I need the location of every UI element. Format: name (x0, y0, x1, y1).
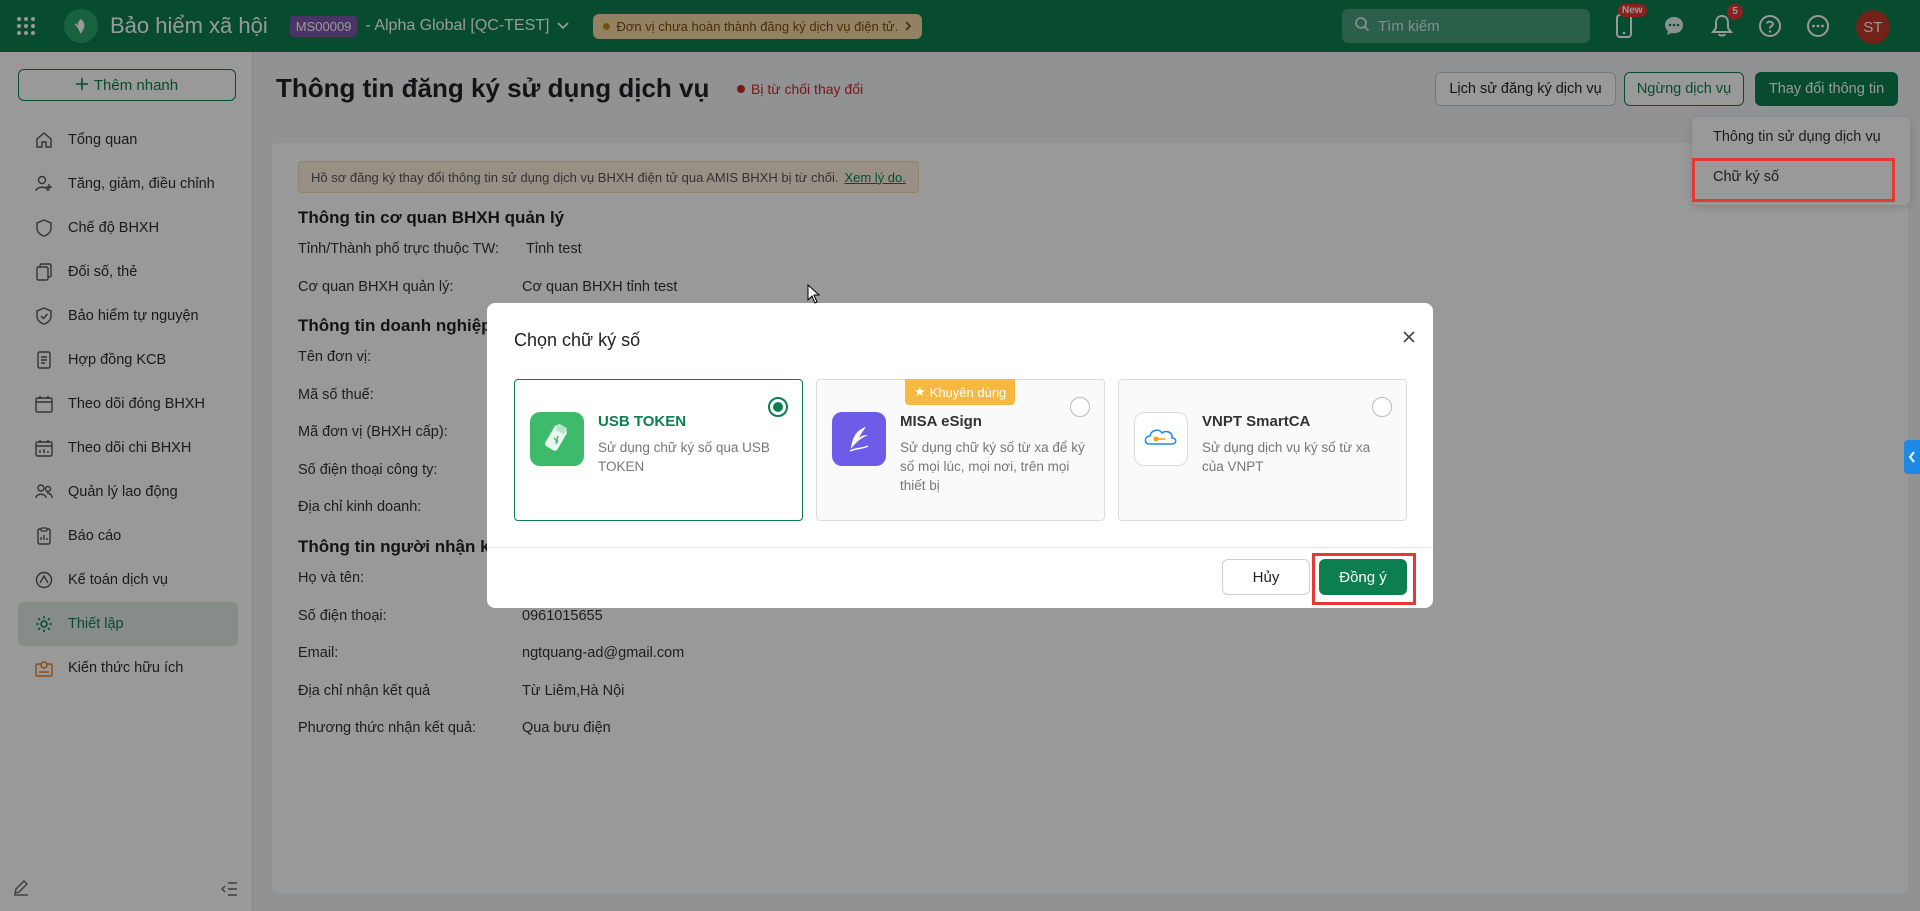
recommended-label: Khuyên dùng (929, 384, 1007, 400)
modal-title: Chọn chữ ký số (514, 330, 641, 350)
vnpt-smartca-icon (1134, 412, 1188, 466)
option-description: Sử dụng chữ ký số từ xa để ký số mọi lúc… (900, 440, 1085, 493)
radio-vnpt-smartca[interactable] (1372, 397, 1392, 417)
highlight-box-menu (1692, 158, 1895, 202)
option-name: MISA eSign (900, 413, 982, 430)
option-misa-esign[interactable]: ★ Khuyên dùng MISA eSign Sử dụng chữ ký … (816, 379, 1105, 521)
close-icon[interactable] (1403, 327, 1415, 348)
digital-signature-modal: Chọn chữ ký số USB TOKEN Sử dụng chữ ký … (487, 303, 1433, 608)
star-icon: ★ (914, 384, 926, 399)
option-description: Sử dụng chữ ký số qua USB TOKEN (598, 440, 770, 474)
option-vnpt-smartca[interactable]: VNPT SmartCA Sử dụng dịch vụ ký số từ xa… (1118, 379, 1407, 521)
option-name: USB TOKEN (598, 413, 687, 430)
recommended-badge: ★ Khuyên dùng (905, 379, 1016, 405)
highlight-box-confirm (1312, 553, 1416, 605)
option-name: VNPT SmartCA (1202, 413, 1311, 430)
option-description: Sử dụng dịch vụ ký số từ xa của VNPT (1202, 440, 1371, 474)
radio-misa-esign[interactable] (1070, 397, 1090, 417)
expand-panel-tab[interactable] (1904, 440, 1920, 474)
misa-esign-icon (832, 412, 886, 466)
radio-usb-token[interactable] (768, 397, 788, 417)
usb-token-icon (530, 412, 584, 466)
modal-divider (487, 547, 1433, 548)
option-usb-token[interactable]: USB TOKEN Sử dụng chữ ký số qua USB TOKE… (514, 379, 803, 521)
cancel-button[interactable]: Hủy (1222, 559, 1310, 595)
mouse-cursor-icon (807, 283, 821, 307)
